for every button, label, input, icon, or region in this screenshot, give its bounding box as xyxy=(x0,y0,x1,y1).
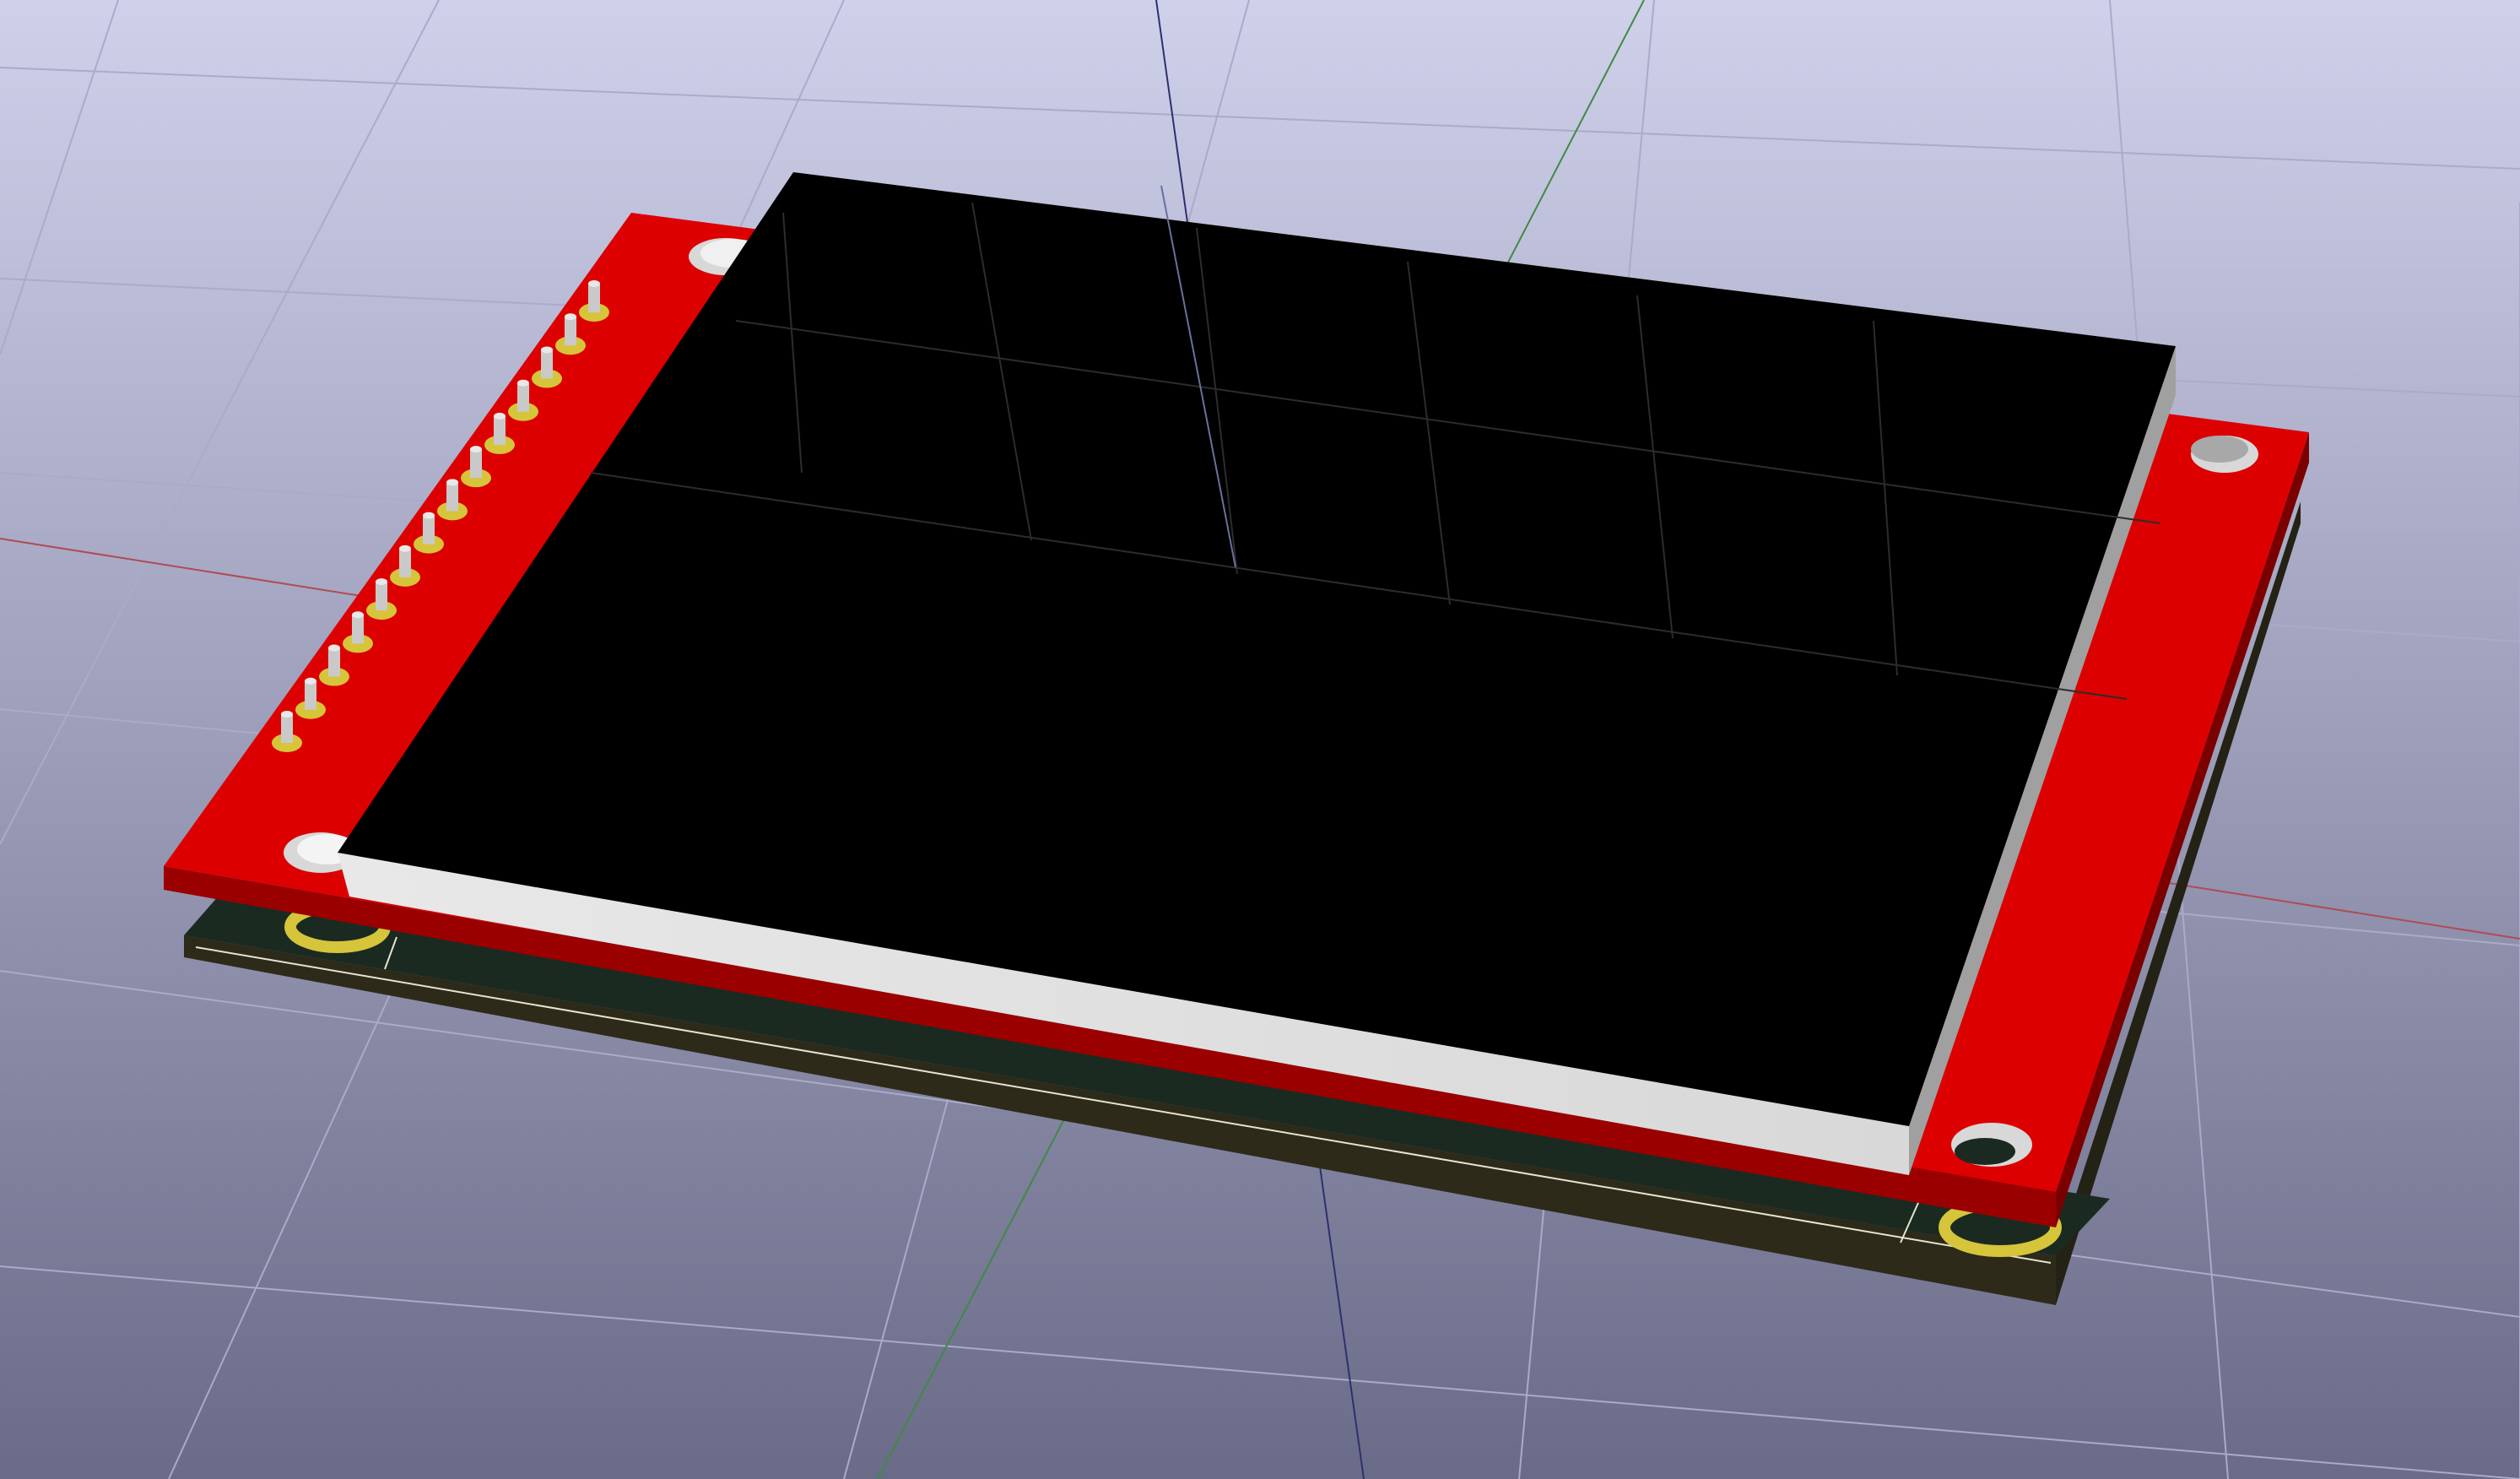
header-pin-tip xyxy=(305,677,316,685)
header-pin-tip xyxy=(328,644,340,652)
header-pin-post xyxy=(494,415,506,445)
header-pin-tip xyxy=(352,611,364,619)
3d-viewport[interactable] xyxy=(0,0,2520,1479)
header-pin-post xyxy=(328,647,340,677)
header-pin-post xyxy=(565,317,576,346)
header-pin-tip xyxy=(517,379,529,387)
header-pin-post xyxy=(588,284,600,312)
header-pin-tip xyxy=(494,412,506,420)
header-pin-tip xyxy=(541,346,553,354)
header-pin-post xyxy=(281,714,293,743)
header-pin-tip xyxy=(399,544,411,552)
header-pin-post xyxy=(470,449,482,479)
header-pin-tip xyxy=(470,446,482,453)
header-pin-tip xyxy=(376,578,387,586)
header-pin-tip xyxy=(423,512,435,519)
header-pin-post xyxy=(446,482,458,512)
header-pin-tip xyxy=(565,313,576,321)
header-pin-post xyxy=(305,680,316,710)
header-pin-tip xyxy=(281,711,293,718)
header-pin-tip xyxy=(588,280,600,287)
header-pin-post xyxy=(376,582,387,611)
header-pin-post xyxy=(541,349,553,379)
mounting-hole-bottom-right xyxy=(1951,1123,2032,1167)
header-pin-post xyxy=(352,615,364,644)
mounting-hole-top-right xyxy=(2191,436,2258,473)
header-pin-post xyxy=(423,515,435,544)
header-pin-post xyxy=(517,382,529,412)
header-pin-post xyxy=(399,548,411,577)
scene-canvas[interactable] xyxy=(0,0,2520,1479)
header-pin-tip xyxy=(446,479,458,486)
